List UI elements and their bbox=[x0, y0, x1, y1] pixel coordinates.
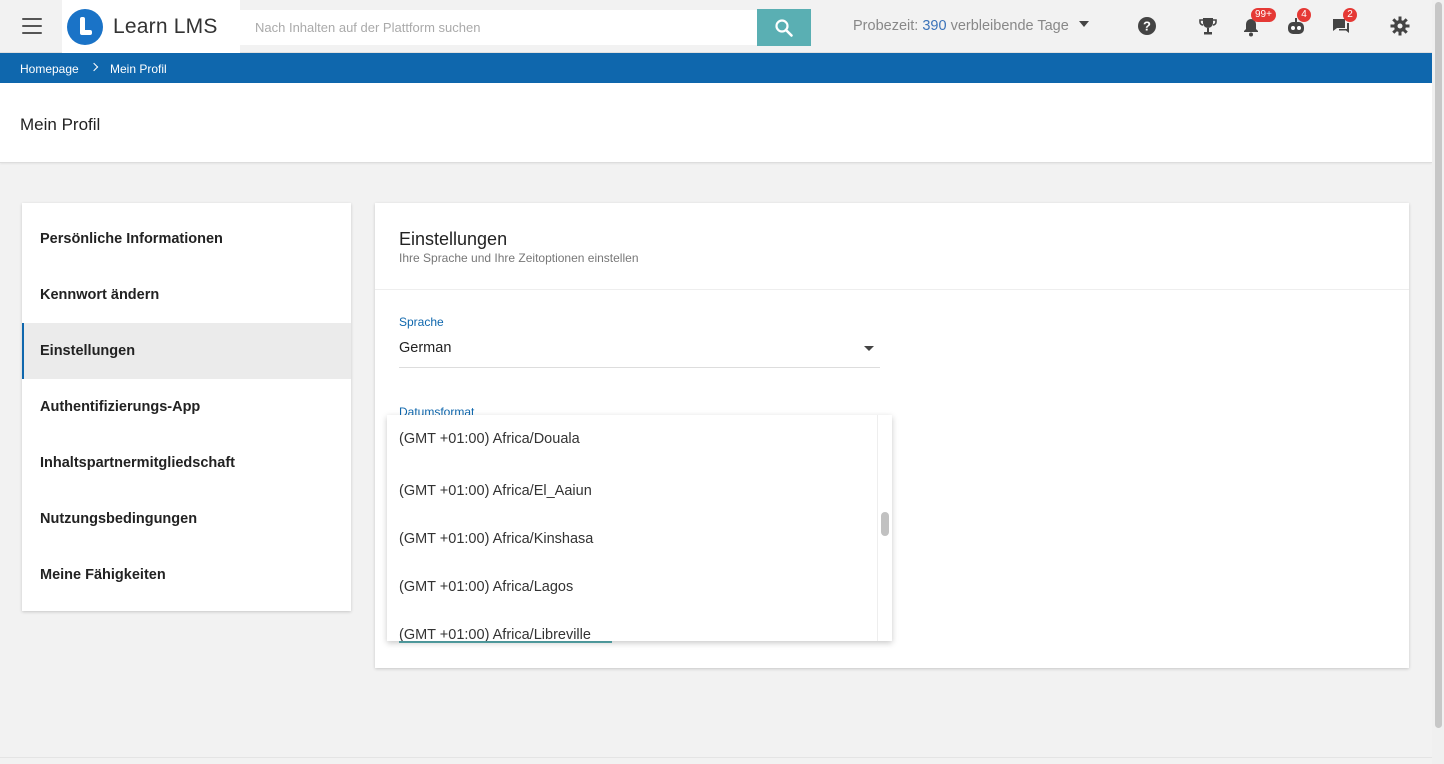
bot-icon[interactable]: 4 bbox=[1285, 8, 1311, 38]
settings-title: Einstellungen bbox=[399, 229, 508, 249]
breadcrumb: Homepage Mein Profil bbox=[0, 53, 1432, 83]
help-icon[interactable]: ? bbox=[1137, 16, 1159, 38]
profile-sidebar: Persönliche Informationen Kennwort änder… bbox=[22, 203, 351, 611]
trophy-icon[interactable] bbox=[1198, 16, 1220, 38]
language-value: German bbox=[399, 340, 452, 356]
search-icon bbox=[775, 18, 793, 37]
dropdown-arrow-icon bbox=[864, 346, 874, 351]
sidebar-item-settings[interactable]: Einstellungen bbox=[22, 323, 351, 379]
breadcrumb-current[interactable]: Mein Profil bbox=[110, 62, 167, 76]
language-select[interactable]: German bbox=[399, 333, 880, 368]
timezone-option[interactable]: (GMT +01:00) Africa/Libreville bbox=[387, 607, 892, 641]
page-scrollbar-thumb[interactable] bbox=[1435, 2, 1442, 728]
search-input[interactable] bbox=[240, 10, 757, 45]
svg-text:?: ? bbox=[1143, 19, 1151, 34]
chevron-right-icon bbox=[89, 62, 99, 72]
timezone-option[interactable]: (GMT +01:00) Africa/Douala bbox=[387, 415, 892, 463]
language-label: Sprache bbox=[399, 315, 444, 329]
timezone-dropdown-list[interactable]: (GMT +01:00) Africa/Douala (GMT +01:00) … bbox=[387, 415, 892, 641]
bot-badge: 4 bbox=[1297, 8, 1311, 22]
footer-divider bbox=[0, 757, 1432, 758]
divider bbox=[375, 289, 1409, 290]
logo-icon bbox=[67, 8, 103, 45]
sidebar-item-my-skills[interactable]: Meine Fähigkeiten bbox=[22, 547, 351, 603]
messages-badge: 2 bbox=[1343, 8, 1357, 22]
page-header: Mein Profil bbox=[0, 83, 1432, 163]
app-logo[interactable]: Learn LMS bbox=[62, 0, 240, 53]
dropdown-scrollbar-thumb[interactable] bbox=[881, 512, 889, 536]
trial-days: 390 bbox=[922, 18, 947, 34]
timezone-option[interactable]: (GMT +01:00) Africa/El_Aaiun bbox=[387, 463, 892, 511]
gear-icon[interactable] bbox=[1390, 16, 1412, 38]
sidebar-item-authenticator-app[interactable]: Authentifizierungs-App bbox=[22, 379, 351, 435]
timezone-option[interactable]: (GMT +01:00) Africa/Kinshasa bbox=[387, 511, 892, 559]
trial-suffix: verbleibende Tage bbox=[950, 18, 1069, 34]
settings-subtitle: Ihre Sprache und Ihre Zeitoptionen einst… bbox=[399, 251, 639, 265]
caret-down-icon bbox=[1078, 21, 1089, 27]
sidebar-item-content-partner[interactable]: Inhaltspartnermitgliedschaft bbox=[22, 435, 351, 491]
field-focus-underline bbox=[399, 641, 612, 643]
timezone-option[interactable]: (GMT +01:00) Africa/Lagos bbox=[387, 559, 892, 607]
breadcrumb-home[interactable]: Homepage bbox=[20, 62, 79, 76]
trial-prefix: Probezeit: bbox=[853, 18, 919, 34]
sidebar-item-personal-info[interactable]: Persönliche Informationen bbox=[22, 211, 351, 267]
page-title: Mein Profil bbox=[20, 115, 101, 134]
dropdown-scrollbar[interactable] bbox=[877, 415, 892, 641]
search-button[interactable] bbox=[757, 9, 811, 46]
messages-icon[interactable]: 2 bbox=[1331, 8, 1357, 38]
notifications-badge: 99+ bbox=[1251, 8, 1276, 22]
menu-icon[interactable] bbox=[22, 18, 42, 34]
notifications-icon[interactable]: 99+ bbox=[1241, 8, 1276, 38]
trial-dropdown[interactable]: Probezeit: 390 verbleibende Tage bbox=[853, 18, 1089, 34]
top-bar: Learn LMS Probezeit: 390 verbleibende Ta… bbox=[0, 0, 1432, 53]
sidebar-item-terms-of-use[interactable]: Nutzungsbedingungen bbox=[22, 491, 351, 547]
sidebar-item-change-password[interactable]: Kennwort ändern bbox=[22, 267, 351, 323]
app-name: Learn LMS bbox=[113, 14, 218, 38]
page-scrollbar[interactable] bbox=[1432, 0, 1444, 764]
